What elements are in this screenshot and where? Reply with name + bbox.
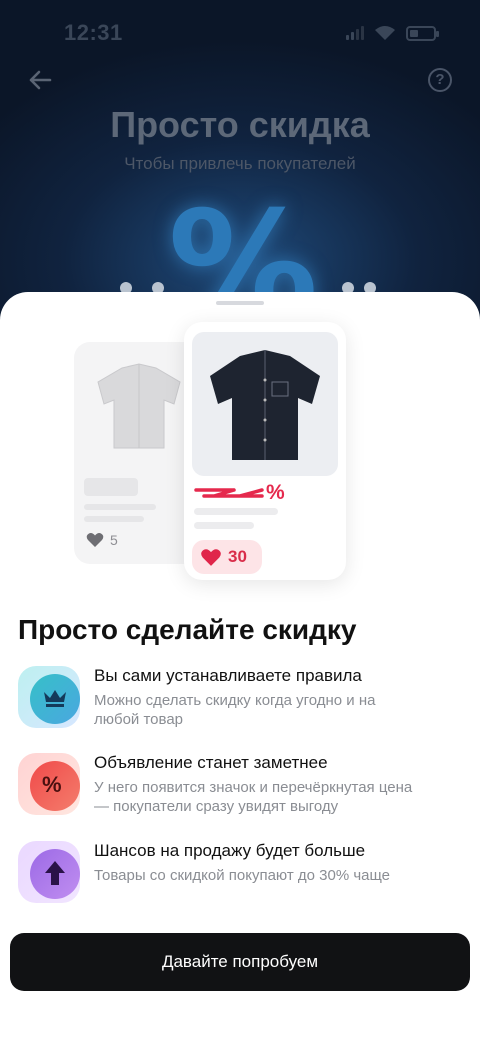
product-card-preview-front: % 30 <box>184 322 346 580</box>
percent-icon: % <box>18 753 80 815</box>
status-time: 12:31 <box>64 20 123 45</box>
wifi-icon <box>375 26 395 40</box>
heart-icon <box>86 533 104 547</box>
heart-icon <box>201 548 221 566</box>
arrow-up-icon <box>18 841 80 903</box>
like-count: 5 <box>86 532 118 548</box>
placeholder-bar <box>194 508 278 515</box>
status-bar: 12:31 <box>0 20 480 48</box>
feature-item: Шансов на продажу будет больше Товары со… <box>18 841 468 911</box>
signal-icon <box>346 26 364 40</box>
favorite-count: 30 <box>228 547 247 566</box>
favorite-badge: 30 <box>192 540 262 574</box>
try-button[interactable]: Давайте попробуем <box>10 933 470 991</box>
strikethrough-price <box>194 488 264 498</box>
crown-icon <box>18 666 80 728</box>
feature-title: Объявление станет заметнее <box>94 753 328 772</box>
placeholder-bar <box>84 478 138 496</box>
battery-icon <box>406 25 439 41</box>
feature-description: Товары со скидкой покупают до 30% чаще <box>94 867 391 884</box>
placeholder-bar <box>84 504 156 510</box>
hero-banner: 12:31 ? Просто скидка Чтобы привлечь пок… <box>0 0 480 330</box>
section-headline: Просто сделайте скидку <box>18 614 357 645</box>
discount-percent: % <box>266 481 285 504</box>
page-subtitle: Чтобы привлечь покупателей <box>124 154 356 173</box>
feature-item: Вы сами устанавливаете правила Можно сде… <box>18 666 468 736</box>
placeholder-bar <box>84 516 144 522</box>
bottom-sheet: 5 % 30 Просто сделайте скидку Вы сами ус… <box>0 292 480 1041</box>
feature-item: % Объявление станет заметнее У него появ… <box>18 753 468 823</box>
page-title: Просто скидка <box>110 104 370 145</box>
feature-title: Шансов на продажу будет больше <box>94 841 366 860</box>
product-image <box>192 332 338 476</box>
like-count-value: 5 <box>110 532 118 548</box>
feature-title: Вы сами устанавливаете правила <box>94 666 362 685</box>
product-card-preview-back: 5 <box>74 342 200 564</box>
question-circle-icon[interactable]: ? <box>428 68 452 92</box>
shirt-image <box>97 363 181 449</box>
feature-description: У него появится значок и перечёркнутая ц… <box>94 779 413 815</box>
sheet-handle[interactable] <box>216 301 264 305</box>
placeholder-bar <box>194 522 254 529</box>
shirt-image <box>210 350 320 460</box>
feature-description: Можно сделать скидку когда угодно и на л… <box>94 692 376 728</box>
arrow-left-icon[interactable] <box>26 66 54 94</box>
